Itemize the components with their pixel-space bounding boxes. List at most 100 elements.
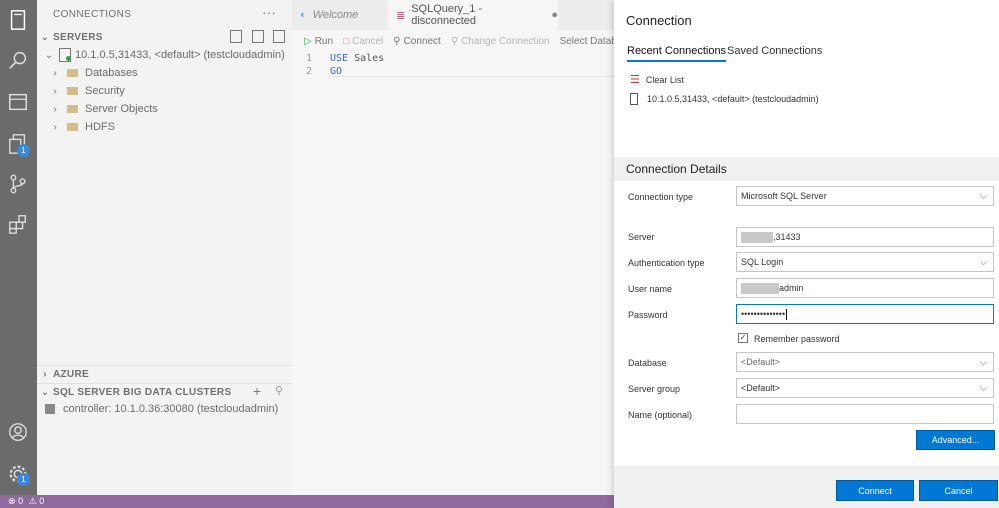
chevron-down-icon: ⌄ xyxy=(40,31,50,43)
chevron-down-icon: ⌵ xyxy=(980,383,987,393)
cluster-icon xyxy=(45,404,55,414)
search-icon[interactable] xyxy=(6,48,30,72)
source-control-icon[interactable] xyxy=(6,172,30,196)
chevron-down-icon: ⌵ xyxy=(980,357,987,367)
password-input[interactable]: •••••••••••••• xyxy=(736,304,994,324)
recent-connection-item[interactable]: 10.1.0.5,31433, <default> (testcloudadmi… xyxy=(630,93,819,105)
cancel-button[interactable]: Cancel xyxy=(919,480,998,501)
folder-icon xyxy=(67,87,78,95)
tab-saved-connections[interactable]: Saved Connections xyxy=(727,45,822,57)
chevron-right-icon: › xyxy=(53,121,57,133)
change-connection-button[interactable]: ⚲ Change Connection xyxy=(451,36,550,47)
tree-item-hdfs[interactable]: › HDFS xyxy=(37,118,292,136)
play-icon: ▷ xyxy=(304,35,312,47)
code-line[interactable]: 1 USE Sales xyxy=(306,53,384,64)
add-controller-icon[interactable]: + xyxy=(253,383,261,399)
remember-password-label[interactable]: Remember password xyxy=(754,334,840,344)
chevron-down-icon: ⌄ xyxy=(44,49,54,61)
connect-controller-icon[interactable]: ⚲ xyxy=(275,384,283,397)
connection-type-select[interactable]: Microsoft SQL Server ⌵ xyxy=(736,186,994,206)
database-label: Database xyxy=(628,358,667,368)
editor-tabbar: ◐ Welcome ≣ SQLQuery_1 - disconnected ● xyxy=(292,0,614,30)
connection-dialog: Connection Recent Connections Saved Conn… xyxy=(614,0,999,508)
chevron-right-icon: › xyxy=(53,85,57,97)
servers-header-label: SERVERS xyxy=(53,31,103,43)
tab-sqlquery[interactable]: ≣ SQLQuery_1 - disconnected ● xyxy=(388,0,558,30)
editor-area: ◐ Welcome ≣ SQLQuery_1 - disconnected ● … xyxy=(292,0,633,495)
user-name-input[interactable]: admin xyxy=(736,278,994,298)
settings-badge: 1 xyxy=(17,473,30,486)
sidebar-title: CONNECTIONS xyxy=(53,9,132,20)
server-node-label: 10.1.0.5,31433, <default> (testcloudadmi… xyxy=(75,49,285,61)
activity-bar: 1 1 xyxy=(0,0,37,495)
advanced-button[interactable]: Advanced... xyxy=(916,430,995,450)
tab-welcome[interactable]: ◐ Welcome xyxy=(292,0,386,30)
sql-file-icon: ≣ xyxy=(396,9,406,22)
bdc-controller-item[interactable]: controller: 10.1.0.36:30080 (testcloudad… xyxy=(37,400,292,418)
bdc-controller-label: controller: 10.1.0.36:30080 (testcloudad… xyxy=(63,403,279,415)
server-input[interactable]: ,31433 xyxy=(736,227,994,247)
error-icon[interactable]: ⊗ xyxy=(8,496,16,506)
connections-sidebar: CONNECTIONS ··· ⌄ SERVERS ⌄ 10.1.0.5,314… xyxy=(37,0,292,495)
server-tree-node[interactable]: ⌄ 10.1.0.5,31433, <default> (testcloudad… xyxy=(37,46,292,64)
new-server-group-icon[interactable] xyxy=(252,30,264,43)
stop-icon: □ xyxy=(343,35,350,47)
clear-list-button[interactable]: ☰ Clear List xyxy=(630,73,684,86)
unsaved-dot-icon[interactable]: ● xyxy=(551,9,558,21)
user-name-label: User name xyxy=(628,284,673,294)
status-bar: ⊗ 0 ⚠ 0 xyxy=(0,495,614,508)
welcome-icon: ◐ xyxy=(300,9,307,21)
connection-type-label: Connection type xyxy=(628,192,694,202)
server-label: Server xyxy=(628,232,655,242)
chevron-right-icon: › xyxy=(43,369,47,380)
connect-button[interactable]: Connect xyxy=(836,480,914,501)
auth-type-select[interactable]: SQL Login ⌵ xyxy=(736,252,994,272)
password-label: Password xyxy=(628,310,668,320)
azure-section-header[interactable]: › AZURE xyxy=(37,365,292,383)
notebook-icon[interactable] xyxy=(6,90,30,114)
extensions-icon[interactable] xyxy=(6,212,30,236)
explorer-badge: 1 xyxy=(17,144,30,157)
bdc-header-label: SQL SERVER BIG DATA CLUSTERS xyxy=(53,387,232,398)
clear-list-icon: ☰ xyxy=(630,74,640,86)
connection-details-header: Connection Details xyxy=(614,157,999,181)
tree-item-label: HDFS xyxy=(85,121,115,133)
tree-item-server-objects[interactable]: › Server Objects xyxy=(37,100,292,118)
warning-icon[interactable]: ⚠ xyxy=(29,496,37,506)
tab-recent-connections[interactable]: Recent Connections xyxy=(627,45,727,62)
connection-name-input[interactable] xyxy=(736,404,994,424)
server-icon xyxy=(59,48,71,62)
connection-name-label: Name (optional) xyxy=(628,410,693,420)
servers-icon[interactable] xyxy=(6,8,30,32)
redacted-value xyxy=(741,282,779,294)
folder-icon xyxy=(67,105,78,113)
dialog-title: Connection xyxy=(626,13,692,28)
account-icon[interactable] xyxy=(6,420,30,444)
server-group-select[interactable]: <Default> ⌵ xyxy=(736,378,994,398)
more-actions-icon[interactable]: ··· xyxy=(262,4,276,20)
remember-password-checkbox[interactable]: ✓ xyxy=(738,333,748,343)
database-select[interactable]: <Default> ⌵ xyxy=(736,352,994,372)
folder-icon xyxy=(67,69,78,77)
show-active-connections-icon[interactable] xyxy=(273,30,285,43)
chevron-down-icon: ⌵ xyxy=(980,257,987,267)
section-title: Connection Details xyxy=(626,162,727,176)
server-icon xyxy=(630,93,638,105)
tree-item-label: Databases xyxy=(85,67,138,79)
error-count: 0 xyxy=(18,496,24,506)
cancel-query-button[interactable]: □ Cancel xyxy=(343,36,383,47)
folder-icon xyxy=(67,123,78,131)
tree-item-security[interactable]: › Security xyxy=(37,82,292,100)
run-button[interactable]: ▷ Run xyxy=(304,36,333,47)
azure-header-label: AZURE xyxy=(53,369,89,380)
current-line-highlight xyxy=(332,76,614,77)
query-toolbar: ▷ Run □ Cancel ⚲ Connect ⚲ Change Connection… xyxy=(304,32,643,50)
chevron-down-icon: ⌄ xyxy=(40,387,50,398)
plug-icon: ⚲ xyxy=(393,35,401,47)
connect-button[interactable]: ⚲ Connect xyxy=(393,36,441,47)
tree-item-databases[interactable]: › Databases xyxy=(37,64,292,82)
redacted-value xyxy=(741,231,773,243)
chevron-right-icon: › xyxy=(53,67,57,79)
auth-type-label: Authentication type xyxy=(628,258,705,268)
new-connection-icon[interactable] xyxy=(230,30,242,43)
